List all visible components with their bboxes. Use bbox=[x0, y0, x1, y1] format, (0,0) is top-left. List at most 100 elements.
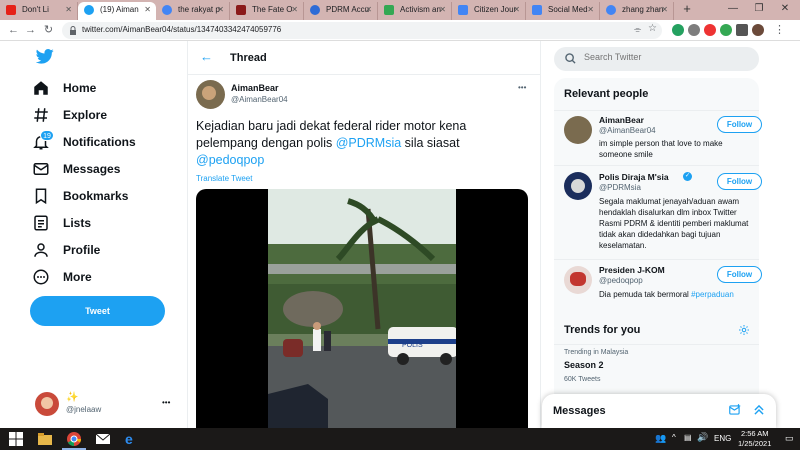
close-window-icon[interactable]: ✕ bbox=[774, 0, 796, 18]
reload-icon[interactable]: ↻ bbox=[41, 23, 56, 38]
person-handle[interactable]: @pedoqpop bbox=[599, 276, 643, 285]
left-navigation: Home Explore Notifications 19 Messages B… bbox=[0, 41, 187, 428]
account-avatar[interactable] bbox=[35, 392, 59, 416]
tab-title: Social Med bbox=[548, 5, 588, 14]
hashtag-link[interactable]: #perpaduan bbox=[691, 290, 734, 299]
close-tab-icon[interactable]: ✕ bbox=[144, 2, 151, 18]
search-box[interactable] bbox=[554, 47, 759, 71]
browser-tab[interactable]: The Fate O ✕ bbox=[230, 2, 304, 20]
nav-lists[interactable]: Lists bbox=[32, 211, 91, 235]
close-tab-icon[interactable]: ✕ bbox=[217, 2, 224, 18]
windows-taskbar: e 👥 ^ ▤ 🔊 ENG 2:56 AM 1/25/2021 ▭ bbox=[0, 428, 800, 450]
browser-tab[interactable]: PDRM Accu ✕ bbox=[304, 2, 378, 20]
settings-gear-icon[interactable] bbox=[738, 324, 750, 336]
people-icon[interactable]: 👥 bbox=[655, 433, 666, 444]
expand-up-icon[interactable] bbox=[752, 403, 766, 417]
person-handle[interactable]: @PDRMsia bbox=[599, 183, 641, 192]
forward-icon[interactable]: → bbox=[23, 23, 38, 38]
mention-link[interactable]: @PDRMsia bbox=[336, 136, 401, 150]
person-avatar[interactable] bbox=[564, 116, 592, 144]
profile-avatar-icon[interactable] bbox=[752, 24, 764, 36]
extension-icon[interactable] bbox=[720, 24, 732, 36]
nav-bookmarks[interactable]: Bookmarks bbox=[32, 184, 128, 208]
extension-icon[interactable] bbox=[672, 24, 684, 36]
tweet-button[interactable]: Tweet bbox=[30, 296, 165, 326]
file-explorer-icon[interactable] bbox=[37, 431, 53, 447]
extension-icon[interactable] bbox=[704, 24, 716, 36]
person-handle[interactable]: @AimanBear04 bbox=[599, 126, 656, 135]
tweet-text-part: sila siasat bbox=[404, 136, 460, 150]
divider bbox=[554, 259, 759, 260]
back-arrow-icon[interactable]: ← bbox=[200, 49, 213, 64]
language-indicator[interactable]: ENG bbox=[714, 434, 731, 443]
chrome-icon[interactable] bbox=[66, 431, 82, 447]
person-name[interactable]: Presiden J-KOM bbox=[599, 265, 665, 275]
translate-link[interactable]: Translate Tweet bbox=[196, 174, 252, 183]
chevron-up-icon[interactable]: ^ bbox=[672, 433, 676, 442]
nav-explore[interactable]: Explore bbox=[32, 103, 107, 127]
new-tab-button[interactable]: + bbox=[676, 0, 698, 18]
person-bio: im simple person that love to make someo… bbox=[599, 139, 723, 159]
close-tab-icon[interactable]: ✕ bbox=[365, 2, 372, 18]
mail-icon[interactable] bbox=[95, 431, 111, 447]
author-handle[interactable]: @AimanBear04 bbox=[231, 95, 288, 104]
mention-link[interactable]: @pedoqpop bbox=[196, 153, 264, 167]
bookmark-star-icon[interactable]: ☆ bbox=[648, 23, 657, 34]
browser-tab[interactable]: Citizen Jour ✕ bbox=[452, 2, 526, 20]
close-tab-icon[interactable]: ✕ bbox=[439, 2, 446, 18]
trend-name: Season 2 bbox=[564, 360, 604, 370]
minimize-icon[interactable]: — bbox=[722, 0, 744, 18]
puzzle-icon[interactable] bbox=[736, 24, 748, 36]
trend-item[interactable]: Trending in Malaysia Season 2 60K Tweets bbox=[554, 346, 759, 386]
nav-label: More bbox=[63, 270, 92, 284]
back-icon[interactable]: ← bbox=[6, 23, 21, 38]
browser-tab[interactable]: the rakyat p ✕ bbox=[156, 2, 230, 20]
browser-tab[interactable]: zhang zhan ✕ bbox=[600, 2, 674, 20]
tweet-more-icon[interactable]: ••• bbox=[518, 83, 526, 92]
author-avatar[interactable] bbox=[196, 80, 225, 109]
share-icon[interactable]: ⌯ bbox=[634, 24, 641, 35]
extension-icon[interactable] bbox=[688, 24, 700, 36]
twitter-logo-icon[interactable] bbox=[36, 49, 54, 64]
follow-button[interactable]: Follow bbox=[717, 173, 762, 190]
browser-tab-active[interactable]: (19) Aiman ✕ bbox=[78, 2, 156, 20]
search-icon bbox=[565, 53, 576, 64]
windows-start-icon[interactable] bbox=[8, 431, 24, 447]
nav-messages[interactable]: Messages bbox=[32, 157, 120, 181]
close-tab-icon[interactable]: ✕ bbox=[291, 2, 298, 18]
person-avatar[interactable] bbox=[564, 172, 592, 200]
follow-button[interactable]: Follow bbox=[717, 116, 762, 133]
browser-tab[interactable]: Activism an ✕ bbox=[378, 2, 452, 20]
messages-drawer[interactable]: Messages bbox=[542, 394, 776, 428]
docs-icon bbox=[532, 5, 542, 15]
browser-tab[interactable]: Don't Li ✕ bbox=[0, 2, 78, 20]
nav-more[interactable]: More bbox=[32, 265, 92, 289]
more-circle-icon bbox=[33, 269, 49, 285]
nav-profile[interactable]: Profile bbox=[32, 238, 100, 262]
close-tab-icon[interactable]: ✕ bbox=[661, 2, 668, 18]
edge-icon[interactable]: e bbox=[124, 431, 140, 447]
close-tab-icon[interactable]: ✕ bbox=[587, 2, 594, 18]
address-bar[interactable]: twitter.com/AimanBear04/status/134740334… bbox=[62, 22, 662, 39]
nav-home[interactable]: Home bbox=[32, 76, 96, 100]
tab-title: Activism an bbox=[400, 5, 441, 14]
close-tab-icon[interactable]: ✕ bbox=[513, 2, 520, 18]
video-player[interactable]: POLIS bbox=[196, 189, 528, 428]
author-name[interactable]: AimanBear bbox=[231, 83, 279, 93]
menu-dots-icon[interactable]: ⋮ bbox=[774, 23, 785, 36]
new-message-icon[interactable] bbox=[728, 403, 742, 417]
search-input[interactable] bbox=[584, 52, 744, 62]
browser-tab[interactable]: Social Med ✕ bbox=[526, 2, 600, 20]
volume-icon[interactable]: 🔊 bbox=[697, 432, 708, 443]
close-tab-icon[interactable]: ✕ bbox=[65, 2, 72, 18]
follow-button[interactable]: Follow bbox=[717, 266, 762, 283]
person-name[interactable]: Polis Diraja M'sia bbox=[599, 172, 669, 182]
notification-center-icon[interactable]: ▭ bbox=[785, 433, 794, 444]
maximize-icon[interactable]: ❐ bbox=[748, 0, 770, 18]
clock-time[interactable]: 2:56 AM bbox=[741, 429, 769, 438]
network-icon[interactable]: ▤ bbox=[684, 433, 692, 442]
person-name[interactable]: AimanBear bbox=[599, 115, 644, 125]
person-avatar[interactable] bbox=[564, 266, 592, 294]
clock-date[interactable]: 1/25/2021 bbox=[738, 439, 771, 448]
account-more-icon[interactable]: ••• bbox=[162, 398, 170, 407]
